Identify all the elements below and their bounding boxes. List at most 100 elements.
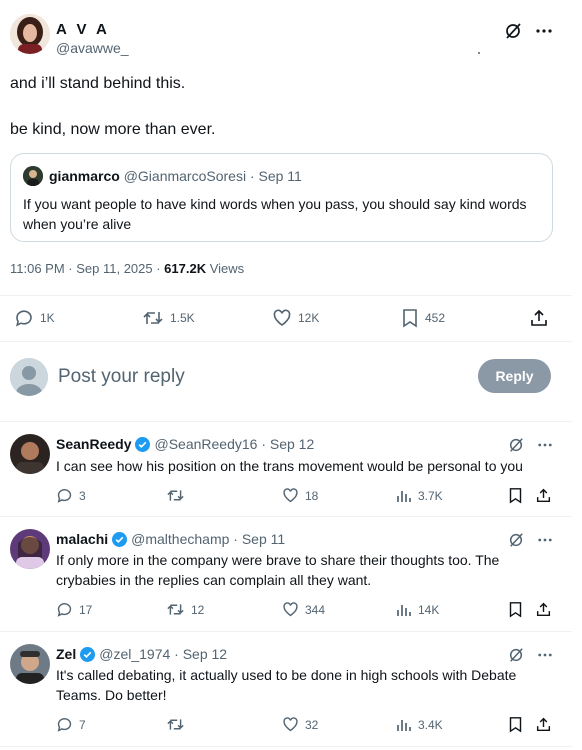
like-action[interactable]: 12K xyxy=(272,308,319,328)
heart-icon xyxy=(283,488,298,503)
quoted-author-avatar xyxy=(23,166,43,186)
stray-dot xyxy=(478,52,480,54)
like-action[interactable]: 18 xyxy=(282,487,318,504)
reply-author-meta[interactable]: @SeanReedy16 · Sep 12 xyxy=(154,436,314,452)
repost-action[interactable]: 12 xyxy=(166,601,204,618)
reply-input[interactable]: Post your reply xyxy=(58,366,185,388)
tweet-text-line-2: be kind, now more than ever. xyxy=(10,121,216,138)
reply-button[interactable]: Reply xyxy=(478,359,551,393)
bookmark-action[interactable]: 452 xyxy=(401,308,445,328)
reply-count: 3 xyxy=(79,488,86,503)
share-icon[interactable] xyxy=(530,308,548,328)
views-icon xyxy=(397,605,411,616)
tweet-text-line-1: and i’ll stand behind this. xyxy=(10,75,186,92)
reply-action[interactable]: 1K xyxy=(14,308,55,328)
verified-badge-icon xyxy=(80,646,96,662)
quoted-author-name: gianmarco xyxy=(49,168,120,184)
views-action[interactable]: 14K xyxy=(396,601,439,618)
views-action[interactable]: 3.4K xyxy=(396,716,443,733)
reply-text: It's called debating, it actually used t… xyxy=(56,667,517,703)
author-name[interactable]: A V A xyxy=(56,21,110,38)
tweet-timestamp[interactable]: 11:06 PM · Sep 11, 2025 · xyxy=(10,261,164,276)
views-icon xyxy=(397,720,411,731)
more-icon[interactable] xyxy=(538,653,552,657)
views-label: Views xyxy=(206,261,245,276)
views-count: 617.2K xyxy=(164,261,207,276)
repost-count: 12 xyxy=(191,602,205,617)
views-icon xyxy=(397,491,411,502)
reply-author-name[interactable]: Zel xyxy=(56,646,76,662)
heart-icon xyxy=(283,602,298,617)
views-action[interactable]: 3.7K xyxy=(396,487,443,504)
reply-header: Zel @zel_1974 · Sep 12 xyxy=(56,646,227,662)
more-icon[interactable] xyxy=(538,538,552,542)
reply-avatar[interactable] xyxy=(10,529,50,569)
bookmark-count: 452 xyxy=(425,311,446,325)
like-count: 344 xyxy=(305,602,326,617)
reply-action[interactable]: 17 xyxy=(56,601,92,618)
reply-count: 7 xyxy=(79,717,86,732)
verified-badge-icon xyxy=(112,531,128,547)
reply-author-name[interactable]: malachi xyxy=(56,531,108,547)
reply-author-meta[interactable]: @zel_1974 · Sep 12 xyxy=(99,646,227,662)
reply-avatar[interactable] xyxy=(10,434,50,474)
like-count: 18 xyxy=(305,488,319,503)
reply-icon xyxy=(57,489,72,503)
verified-badge-icon xyxy=(135,436,151,452)
views-count: 14K xyxy=(418,602,440,617)
reply-icon xyxy=(57,718,72,732)
like-count: 32 xyxy=(305,717,319,732)
more-icon[interactable] xyxy=(536,29,552,33)
author-avatar[interactable] xyxy=(10,14,50,54)
bookmark-icon[interactable] xyxy=(508,487,523,504)
quoted-text: If you want people to have kind words wh… xyxy=(23,196,527,232)
reply-avatar[interactable] xyxy=(10,644,50,684)
reply-icon xyxy=(16,310,32,327)
bookmark-icon[interactable] xyxy=(508,601,523,618)
bookmark-icon[interactable] xyxy=(508,716,523,733)
reply-author-name[interactable]: SeanReedy xyxy=(56,436,131,452)
reply-icon xyxy=(57,603,72,617)
quoted-tweet[interactable]: gianmarco @GianmarcoSoresi · Sep 11 If y… xyxy=(10,153,553,242)
quoted-handle-date: @GianmarcoSoresi · Sep 11 xyxy=(123,168,302,184)
share-icon[interactable] xyxy=(536,487,551,504)
reply-count: 17 xyxy=(79,602,93,617)
divider xyxy=(0,341,572,342)
divider xyxy=(0,516,572,517)
views-count: 3.7K xyxy=(418,488,443,503)
reply-author-meta[interactable]: @malthechamp · Sep 11 xyxy=(131,531,285,547)
grok-icon[interactable] xyxy=(508,647,524,663)
reply-header: malachi @malthechamp · Sep 11 xyxy=(56,531,285,547)
divider xyxy=(0,746,572,747)
heart-icon xyxy=(273,309,291,326)
bookmark-icon xyxy=(403,309,417,328)
like-action[interactable]: 344 xyxy=(282,601,325,618)
views-count: 3.4K xyxy=(418,717,443,732)
quoted-header: gianmarco @GianmarcoSoresi · Sep 11 xyxy=(49,168,302,184)
reply-header: SeanReedy @SeanReedy16 · Sep 12 xyxy=(56,436,314,452)
reply-action[interactable]: 3 xyxy=(56,487,86,504)
grok-icon[interactable] xyxy=(508,532,524,548)
repost-action[interactable]: 1.5K xyxy=(142,308,195,328)
repost-icon xyxy=(143,312,163,324)
repost-action[interactable] xyxy=(166,716,191,733)
author-handle[interactable]: @avawwe_ xyxy=(56,40,129,56)
like-count: 12K xyxy=(298,311,320,325)
reply-action[interactable]: 7 xyxy=(56,716,86,733)
like-action[interactable]: 32 xyxy=(282,716,318,733)
reply-text: I can see how his position on the trans … xyxy=(56,458,523,474)
tweet-meta: 11:06 PM · Sep 11, 2025 · 617.2K Views xyxy=(10,261,244,276)
repost-count: 1.5K xyxy=(170,311,195,325)
share-icon[interactable] xyxy=(536,601,551,618)
reply-count: 1K xyxy=(40,311,55,325)
divider xyxy=(0,295,572,296)
repost-action[interactable] xyxy=(166,487,191,504)
user-avatar xyxy=(10,358,48,396)
grok-icon[interactable] xyxy=(504,22,522,40)
grok-icon[interactable] xyxy=(508,437,524,453)
share-icon[interactable] xyxy=(536,716,551,733)
repost-icon xyxy=(167,490,184,501)
repost-icon xyxy=(167,719,184,730)
divider xyxy=(0,631,572,632)
more-icon[interactable] xyxy=(538,443,552,447)
